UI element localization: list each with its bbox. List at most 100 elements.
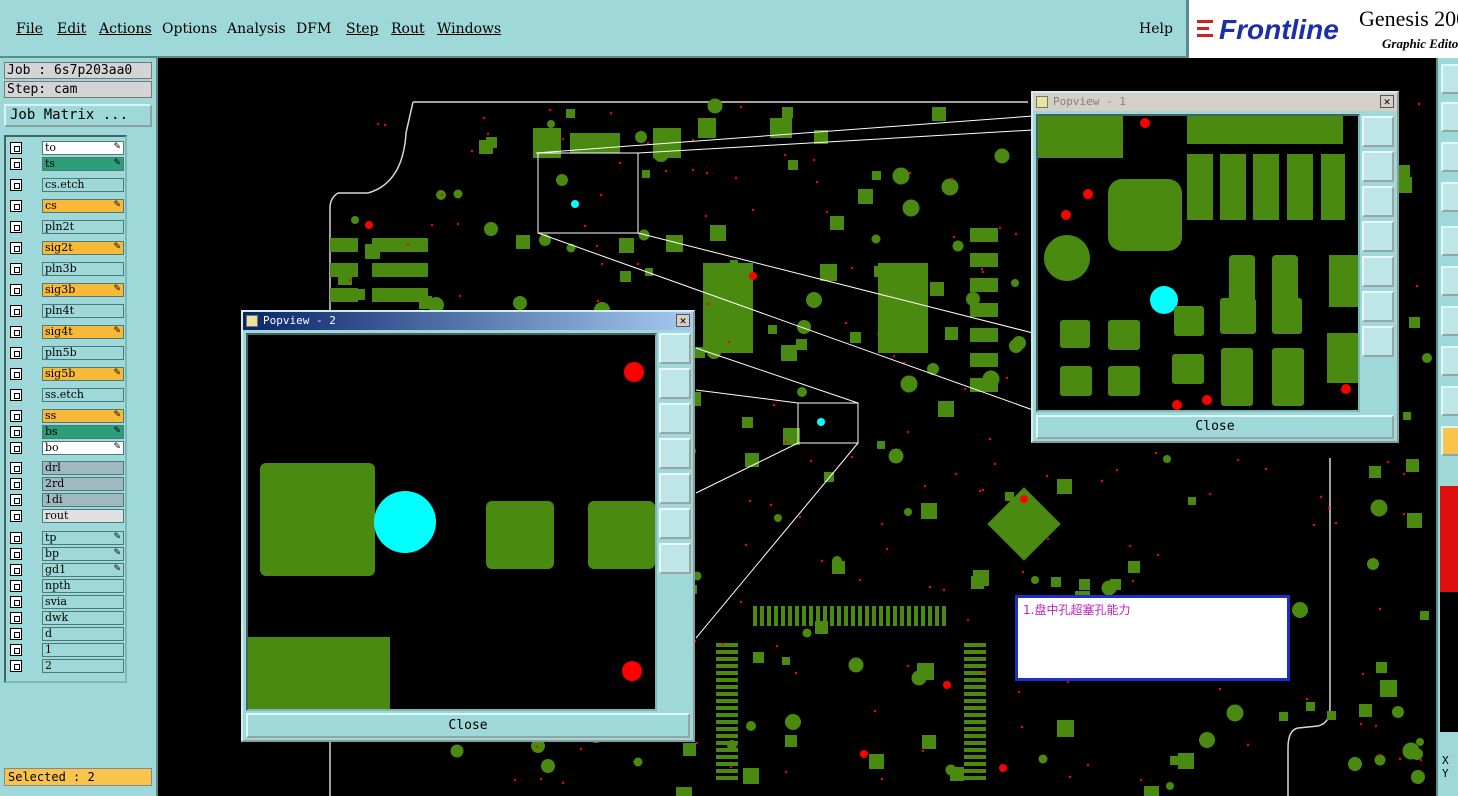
layer-name[interactable]: npth	[42, 579, 124, 593]
layer-row[interactable]: d	[8, 627, 125, 642]
layer-name[interactable]: gd1	[42, 563, 124, 577]
layer-row[interactable]: 1di	[8, 493, 125, 508]
layer-row[interactable]: ss.etch	[8, 388, 125, 403]
layer-row[interactable]: to ✎	[8, 141, 125, 156]
layer-affected-checkbox[interactable]	[10, 242, 22, 254]
layer-affected-checkbox[interactable]	[10, 494, 22, 506]
popview-2-tool-6[interactable]	[659, 508, 691, 539]
layer-name[interactable]: sig2t	[42, 241, 124, 255]
layer-affected-checkbox[interactable]	[10, 612, 22, 624]
layer-affected-checkbox[interactable]	[10, 462, 22, 474]
layer-row[interactable]: rout	[8, 509, 125, 524]
layer-affected-checkbox[interactable]	[10, 368, 22, 380]
layer-row[interactable]: sig3b ✎	[8, 283, 125, 298]
layer-affected-checkbox[interactable]	[10, 596, 22, 608]
layer-row[interactable]: sig5b ✎	[8, 367, 125, 382]
popview-2-titlebar[interactable]: Popview - 2 ✕	[243, 312, 693, 330]
layer-row[interactable]: pln2t	[8, 220, 125, 235]
popview-2-tool-1[interactable]	[659, 333, 691, 364]
layer-name[interactable]: ss.etch	[42, 388, 124, 402]
layer-name[interactable]: bs	[42, 425, 124, 439]
layer-affected-checkbox[interactable]	[10, 628, 22, 640]
layer-name[interactable]: 2	[42, 659, 124, 673]
layer-affected-checkbox[interactable]	[10, 142, 22, 154]
right-tool-2[interactable]	[1441, 102, 1458, 132]
popview-1-tool-5[interactable]	[1362, 256, 1394, 287]
layer-affected-checkbox[interactable]	[10, 580, 22, 592]
layer-row[interactable]: bp ✎	[8, 547, 125, 562]
popview-2-tool-2[interactable]	[659, 368, 691, 399]
layer-name[interactable]: svia	[42, 595, 124, 609]
layer-affected-checkbox[interactable]	[10, 305, 22, 317]
layer-row[interactable]: ts ✎	[8, 157, 125, 172]
popview-1-tool-1[interactable]	[1362, 116, 1394, 147]
layer-row[interactable]: bo ✎	[8, 441, 125, 456]
popview-2-tool-7[interactable]	[659, 543, 691, 574]
layer-affected-checkbox[interactable]	[10, 179, 22, 191]
layer-row[interactable]: 1	[8, 643, 125, 658]
layer-affected-checkbox[interactable]	[10, 347, 22, 359]
layer-name[interactable]: rout	[42, 509, 124, 523]
layer-row[interactable]: svia	[8, 595, 125, 610]
layer-row[interactable]: pln4t	[8, 304, 125, 319]
layer-row[interactable]: drl	[8, 461, 125, 476]
layer-name[interactable]: 1di	[42, 493, 124, 507]
right-tool-5[interactable]	[1441, 226, 1458, 256]
popview-1-tool-7[interactable]	[1362, 326, 1394, 357]
layer-name[interactable]: tp	[42, 531, 124, 545]
layer-name[interactable]: drl	[42, 461, 124, 475]
layer-name[interactable]: cs.etch	[42, 178, 124, 192]
layer-row[interactable]: 2	[8, 659, 125, 674]
menu-help[interactable]: Help	[1139, 21, 1173, 37]
popview-2-tool-3[interactable]	[659, 403, 691, 434]
layer-affected-checkbox[interactable]	[10, 426, 22, 438]
layer-name[interactable]: 1	[42, 643, 124, 657]
menu-edit[interactable]: Edit	[57, 21, 86, 37]
layer-name[interactable]: d	[42, 627, 124, 641]
layer-affected-checkbox[interactable]	[10, 660, 22, 672]
layer-name[interactable]: sig5b	[42, 367, 124, 381]
layer-name[interactable]: pln2t	[42, 220, 124, 234]
layer-affected-checkbox[interactable]	[10, 263, 22, 275]
layer-name[interactable]: ts	[42, 157, 124, 171]
layer-name[interactable]: 2rd	[42, 477, 124, 491]
menu-windows[interactable]: Windows	[437, 21, 501, 37]
layer-affected-checkbox[interactable]	[10, 532, 22, 544]
layer-name[interactable]: bo	[42, 441, 124, 455]
right-tool-6[interactable]	[1441, 266, 1458, 296]
layer-affected-checkbox[interactable]	[10, 478, 22, 490]
menu-step[interactable]: Step	[346, 21, 378, 37]
right-tool-1[interactable]	[1441, 64, 1458, 94]
right-tool-3[interactable]	[1441, 142, 1458, 172]
popview-2-close-button[interactable]: Close	[246, 713, 690, 738]
layer-row[interactable]: bs ✎	[8, 425, 125, 440]
layer-affected-checkbox[interactable]	[10, 410, 22, 422]
layer-row[interactable]: ss ✎	[8, 409, 125, 424]
menu-actions[interactable]: Actions	[99, 21, 152, 37]
layer-affected-checkbox[interactable]	[10, 221, 22, 233]
popview-1-tool-4[interactable]	[1362, 221, 1394, 252]
layer-name[interactable]: pln4t	[42, 304, 124, 318]
note-textbox[interactable]: 1.盘中孔超塞孔能力	[1015, 595, 1290, 681]
layer-name[interactable]: ss	[42, 409, 124, 423]
menu-options[interactable]: Options	[162, 21, 217, 37]
popview-2-view[interactable]	[246, 333, 657, 711]
layer-affected-checkbox[interactable]	[10, 442, 22, 454]
layer-name[interactable]: cs	[42, 199, 124, 213]
layer-name[interactable]: bp	[42, 547, 124, 561]
popview-1-tool-2[interactable]	[1362, 151, 1394, 182]
layer-name[interactable]: pln3b	[42, 262, 124, 276]
layer-row[interactable]: cs.etch	[8, 178, 125, 193]
layer-affected-checkbox[interactable]	[10, 644, 22, 656]
menu-file[interactable]: File	[16, 21, 43, 37]
layer-name[interactable]: dwk	[42, 611, 124, 625]
right-tool-8[interactable]	[1441, 346, 1458, 376]
layer-row[interactable]: tp ✎	[8, 531, 125, 546]
layer-name[interactable]: sig4t	[42, 325, 124, 339]
layer-affected-checkbox[interactable]	[10, 284, 22, 296]
popview-1-view[interactable]	[1036, 114, 1360, 412]
popview-2-tool-5[interactable]	[659, 473, 691, 504]
layer-row[interactable]: sig4t ✎	[8, 325, 125, 340]
popview-1-close-icon[interactable]: ✕	[1380, 95, 1394, 108]
layer-row[interactable]: gd1 ✎	[8, 563, 125, 578]
